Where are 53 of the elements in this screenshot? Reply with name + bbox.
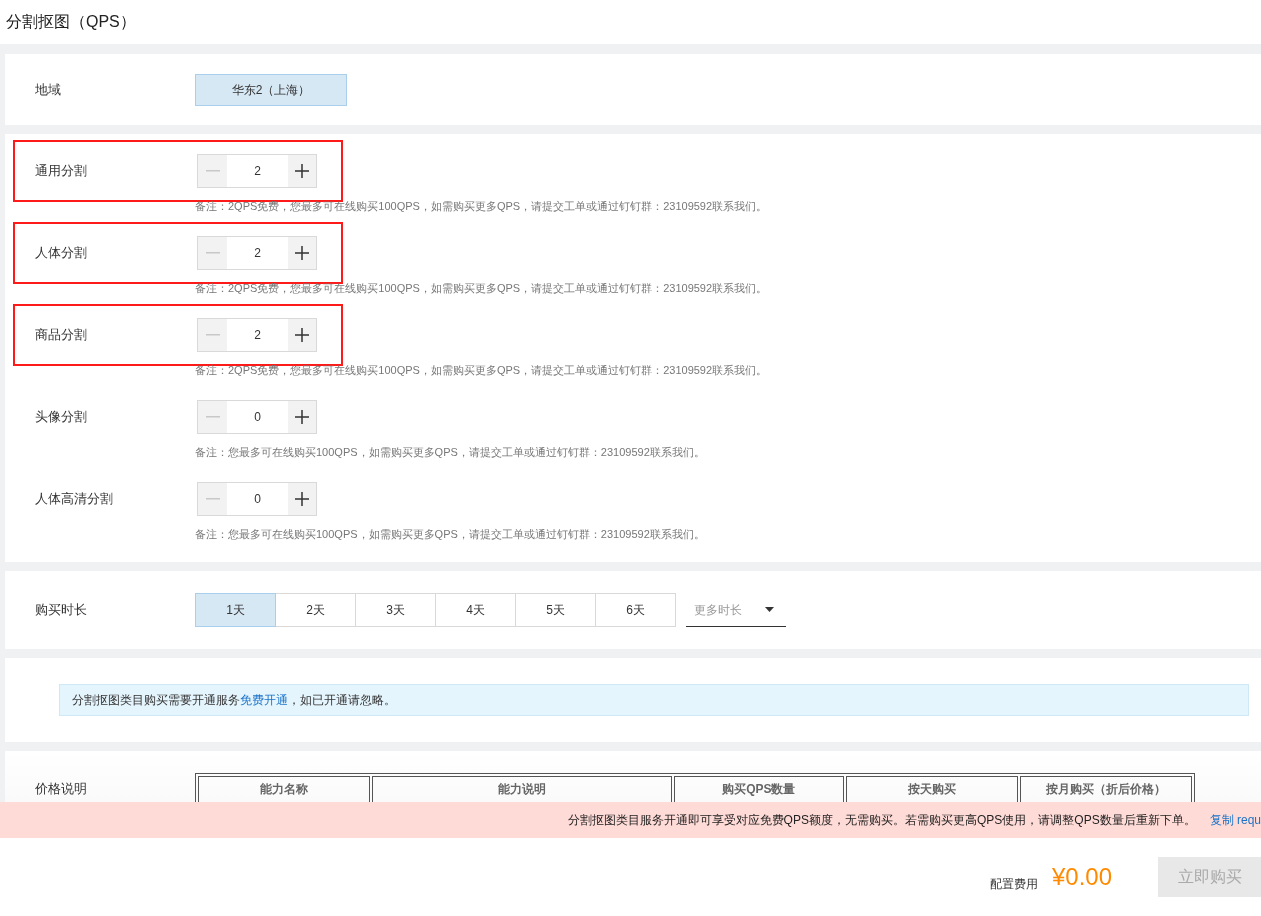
- quantity-value: 2: [253, 163, 262, 180]
- plus-icon: [295, 410, 309, 424]
- increment-button[interactable]: [288, 401, 316, 433]
- duration-tab[interactable]: 5天: [515, 593, 596, 627]
- quantity-value: 2: [253, 327, 262, 344]
- number-stepper[interactable]: 2: [197, 318, 317, 352]
- increment-button[interactable]: [288, 237, 316, 269]
- quantity-value: 2: [253, 245, 262, 262]
- activate-link[interactable]: 免费开通: [240, 693, 288, 707]
- duration-tab[interactable]: 6天: [595, 593, 676, 627]
- page-title: 分割抠图（QPS）: [6, 12, 136, 32]
- number-stepper[interactable]: 2: [197, 236, 317, 270]
- minus-icon: [205, 252, 220, 254]
- note-text: 备注：2QPS免费，您最多可在线购买100QPS，如需购买更多QPS，请提交工单或通过钉钉群：23109592联系我们。: [195, 363, 769, 378]
- note-text: 备注：您最多可在线购买100QPS，如需购买更多QPS，请提交工单或通过钉钉群：23109592联系我们。: [195, 527, 706, 542]
- minus-icon: [205, 416, 220, 418]
- plus-icon: [295, 164, 309, 178]
- duration-tab[interactable]: 4天: [435, 593, 516, 627]
- minus-icon: [205, 334, 220, 336]
- note-text: 备注：2QPS免费，您最多可在线购买100QPS，如需购买更多QPS，请提交工单或通过钉钉群：23109592联系我们。: [195, 199, 769, 214]
- caret-down-icon: [765, 607, 774, 612]
- field-label: 通用分割: [35, 162, 88, 181]
- field-label: 人体高清分割: [35, 490, 114, 509]
- quantity-value: 0: [253, 409, 262, 426]
- info-text: 分割抠图类目购买需要开通服务免费开通，如已开通请忽略。: [72, 692, 396, 709]
- duration-tab[interactable]: 2天: [275, 593, 356, 627]
- plus-icon: [295, 328, 309, 342]
- minus-icon: [205, 170, 220, 172]
- dropdown-placeholder: 更多时长: [694, 601, 742, 619]
- price-text: ¥0.00: [1051, 862, 1112, 892]
- note-text: 备注：您最多可在线购买100QPS，如需购买更多QPS，请提交工单或通过钉钉群：23109592联系我们。: [195, 445, 706, 460]
- fee-label: 配置费用: [989, 876, 1038, 893]
- number-stepper[interactable]: 0: [197, 482, 317, 516]
- increment-button[interactable]: [288, 483, 316, 515]
- field-label: 购买时长: [35, 601, 88, 620]
- duration-tab[interactable]: 1天: [195, 593, 276, 627]
- increment-button[interactable]: [288, 155, 316, 187]
- note-text: 备注：2QPS免费，您最多可在线购买100QPS，如需购买更多QPS，请提交工单或通过钉钉群：23109592联系我们。: [195, 281, 769, 296]
- field-label: 头像分割: [35, 408, 88, 427]
- plus-icon: [295, 492, 309, 506]
- quantity-value: 0: [253, 491, 262, 508]
- region-option[interactable]: 华东2（上海）: [195, 73, 347, 106]
- plus-icon: [295, 246, 309, 260]
- field-label: 地域: [35, 80, 62, 99]
- copy-link[interactable]: 复制 requ: [1209, 811, 1261, 829]
- minus-icon: [205, 498, 220, 500]
- duration-tab[interactable]: 3天: [355, 593, 436, 627]
- field-label: 商品分割: [35, 326, 88, 345]
- number-stepper[interactable]: 0: [197, 400, 317, 434]
- field-label: 价格说明: [35, 780, 88, 798]
- field-label: 人体分割: [35, 244, 88, 263]
- increment-button[interactable]: [288, 319, 316, 351]
- number-stepper[interactable]: 2: [197, 154, 317, 188]
